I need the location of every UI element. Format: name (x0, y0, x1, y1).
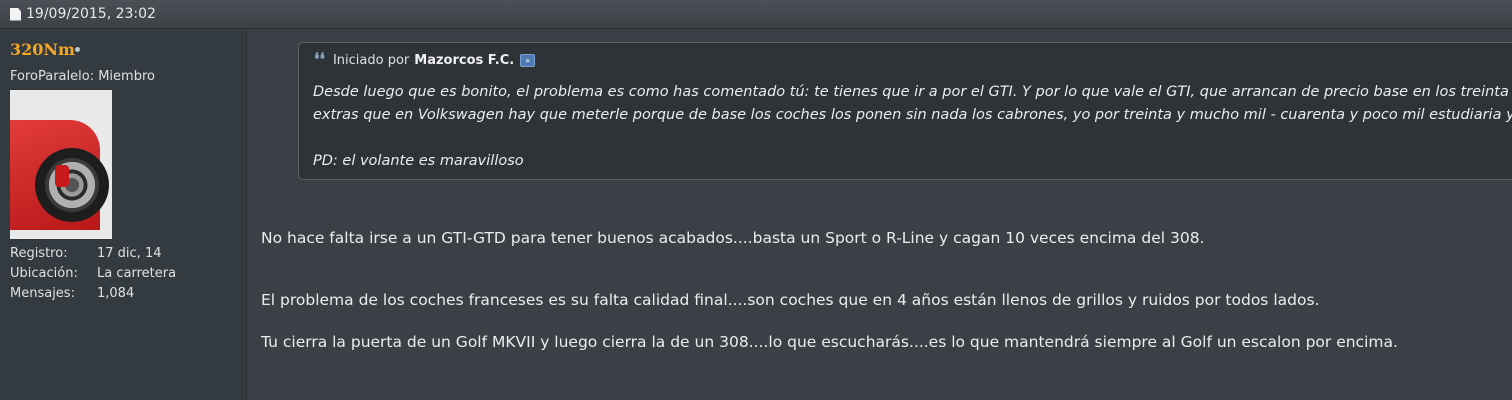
quote-line: extras que en Volkswagen hay que meterle… (313, 107, 1512, 123)
quote-author: Mazorcos F.C. (414, 53, 515, 68)
quote-block: ❛❛ Iniciado por Mazorcos F.C. » Desde lu… (298, 42, 1512, 180)
view-post-icon[interactable]: » (520, 54, 536, 67)
post-date: 19/09/2015, 23:02 (26, 6, 156, 22)
post-content: ❛❛ Iniciado por Mazorcos F.C. » Desde lu… (248, 30, 1512, 400)
message-paragraph: El problema de los coches franceses es s… (261, 291, 1320, 309)
quote-body: Desde luego que es bonito, el problema e… (313, 81, 1512, 173)
document-icon (10, 7, 21, 21)
quote-line: Desde luego que es bonito, el problema e… (313, 84, 1512, 100)
stat-label: Registro: (10, 246, 68, 261)
user-stats: Registro: 17 dic, 14 Ubicación: La carre… (10, 246, 176, 306)
stat-label: Mensajes: (10, 286, 75, 301)
quote-header: ❛❛ Iniciado por Mazorcos F.C. » (314, 50, 536, 70)
quote-line: PD: el volante es maravilloso (313, 153, 524, 169)
user-sidebar: 320Nm ForoParalelo: Miembro Registro: 17… (0, 30, 247, 400)
user-rank: ForoParalelo: Miembro (10, 69, 155, 84)
avatar[interactable] (10, 90, 112, 239)
message-paragraph: No hace falta irse a un GTI-GTD para ten… (261, 229, 1205, 247)
quote-prefix: Iniciado por (332, 53, 410, 68)
stat-mensajes: Mensajes: 1,084 (10, 286, 176, 306)
stat-value: La carretera (97, 266, 177, 281)
stat-registro: Registro: 17 dic, 14 (10, 246, 176, 266)
stat-label: Ubicación: (10, 266, 78, 281)
online-status-icon (75, 47, 80, 52)
quote-icon: ❛❛ (314, 50, 325, 70)
stat-value: 17 dic, 14 (97, 246, 162, 261)
stat-ubicacion: Ubicación: La carretera (10, 266, 176, 286)
username-link[interactable]: 320Nm (10, 40, 75, 59)
stat-value: 1,084 (97, 286, 135, 301)
post-header: 19/09/2015, 23:02 (0, 0, 1512, 29)
message-paragraph: Tu cierra la puerta de un Golf MKVII y l… (261, 333, 1398, 351)
